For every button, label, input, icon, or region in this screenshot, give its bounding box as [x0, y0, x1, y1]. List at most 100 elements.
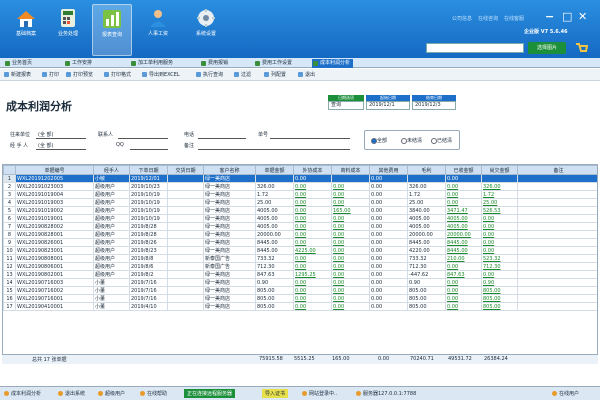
status-exit[interactable]: 退出系统 — [58, 390, 85, 397]
cell-link[interactable]: 0.00 — [447, 288, 458, 294]
cell-link[interactable]: 805.00 — [483, 288, 501, 294]
tab-processing[interactable]: 加工单利用服务 — [130, 59, 173, 68]
cell-link[interactable]: 805.00 — [483, 296, 501, 302]
filter-button[interactable]: 过滤 — [234, 71, 251, 78]
cell-link[interactable]: 0.00 — [295, 224, 306, 230]
cell-link[interactable]: 0.00 — [447, 264, 458, 270]
nav-reports[interactable]: 报表查询 — [92, 4, 132, 56]
table-row[interactable]: 7 WXL20190828002 超级用户 2019/8/28 绿一美商店 4005.00… — [3, 222, 597, 231]
table-row[interactable]: 5 WXL20191019002 超级用户 2019/10/19 绿一美商店 4005.0… — [3, 206, 597, 215]
cell-link[interactable]: 0.00 — [295, 216, 306, 222]
cell-link[interactable]: 20000.00 — [447, 232, 471, 238]
column-header[interactable]: 外协成本 — [293, 165, 332, 175]
nav-business[interactable]: 业务处理 — [48, 4, 88, 56]
cell-link[interactable]: 0.00 — [295, 264, 306, 270]
table-row[interactable]: 1 WXL20191202005 小敏 2019/12/01 绿一美商店 0.00 0.00… — [3, 174, 597, 183]
cell-link[interactable]: 0.00 — [483, 272, 494, 278]
radio-all[interactable]: 全部 — [371, 137, 387, 144]
cell-link[interactable]: 0.00 — [333, 296, 344, 302]
cell-link[interactable]: 25.00 — [483, 200, 497, 206]
cell-link[interactable]: 8445.00 — [447, 240, 468, 246]
column-header[interactable]: 下单日期 — [129, 165, 168, 175]
column-header[interactable]: 毛利 — [407, 165, 446, 175]
cell-link[interactable]: 0.00 — [483, 216, 494, 222]
tab-cost-profit[interactable]: 成本利润分析 — [312, 59, 354, 68]
status-module[interactable]: 成本利润分析 — [4, 390, 41, 397]
cell-link[interactable]: 0.00 — [333, 184, 344, 190]
minimize-button[interactable]: − — [545, 10, 554, 23]
column-header[interactable] — [3, 165, 16, 175]
cell-link[interactable]: 0.00 — [295, 200, 306, 206]
cell-link[interactable]: 847.63 — [447, 272, 465, 278]
cell-link[interactable]: 0.90 — [483, 280, 494, 286]
maximize-button[interactable]: □ — [562, 10, 572, 23]
table-row[interactable]: 15 WXL20190716002 小董 2019/7/16 绿一美商店 805.00 0.… — [3, 286, 597, 295]
cell-link[interactable]: 0.00 — [447, 280, 458, 286]
table-row[interactable]: 14 WXL20190716003 小董 2019/7/16 绿一美商店 0.90 0.00… — [3, 278, 597, 287]
start-date-input[interactable]: 2019/12/1 — [366, 101, 410, 110]
cell-link[interactable]: 0.00 — [333, 288, 344, 294]
cell-link[interactable]: 210.00 — [447, 256, 465, 262]
radio-unsettled[interactable]: 未结清 — [401, 137, 422, 144]
table-row[interactable]: 17 WXL20190410001 小董 2019/4/10 绿一美商店 805.00 0.… — [3, 302, 597, 311]
phone-field[interactable] — [198, 138, 246, 139]
unit-select[interactable]: (全 部) — [38, 131, 54, 138]
status-help[interactable]: 在线帮助 — [140, 390, 167, 397]
tab-home[interactable]: 业务首页 — [4, 59, 32, 68]
table-row[interactable]: 13 WXL20190802001 超级用户 2019/8/2 绿一美商店 847.63 1… — [3, 270, 597, 279]
cell-link[interactable]: 526.53 — [483, 208, 501, 214]
cell-link[interactable]: 0.00 — [333, 248, 344, 254]
cell-link[interactable]: 0.00 — [295, 240, 306, 246]
cell-link[interactable]: 0.00 — [295, 232, 306, 238]
cell-link[interactable]: 0.00 — [447, 192, 458, 198]
cell-link[interactable]: 0.00 — [333, 304, 344, 310]
column-header[interactable]: 经手人 — [93, 165, 130, 175]
nav-hr[interactable]: 人事工资 — [138, 4, 178, 56]
status-cert[interactable]: 导入证书 — [262, 389, 289, 398]
cell-link[interactable]: 0.00 — [295, 296, 306, 302]
table-row[interactable]: 16 WXL20190716001 小董 2019/7/16 绿一美商店 805.00 0.… — [3, 294, 597, 303]
cell-link[interactable]: 0.00 — [333, 240, 344, 246]
qq-field[interactable] — [130, 149, 168, 150]
tab-expense-settings[interactable]: 费用工作设置 — [254, 59, 292, 68]
cell-link[interactable]: 0.00 — [333, 216, 344, 222]
cell-link[interactable]: 0.00 — [295, 256, 306, 262]
column-header[interactable]: 客户名称 — [203, 165, 256, 175]
cell-link[interactable]: 0.00 — [483, 232, 494, 238]
link-consult[interactable]: 在线咨询 — [478, 15, 498, 22]
cell-link[interactable]: 0.00 — [447, 304, 458, 310]
cell-link[interactable]: 0.00 — [295, 184, 306, 190]
table-row[interactable]: 9 WXL20190826001 超级用户 2019/8/26 绿一美商店 8445.00… — [3, 238, 597, 247]
cell-link[interactable]: 712.30 — [483, 264, 501, 270]
table-row[interactable]: 2 WXL20191023003 超级用户 2019/10/23 绿一美商店 326.00… — [3, 182, 597, 191]
exit-button[interactable]: 退出 — [298, 71, 315, 78]
cell-link[interactable]: 0.00 — [333, 280, 344, 286]
run-query-button[interactable]: 执行查询 — [196, 71, 223, 78]
nav-basic-files[interactable]: 基础档案 — [6, 4, 46, 56]
number-field[interactable] — [270, 138, 350, 139]
cell-link[interactable]: 0.00 — [295, 288, 306, 294]
cell-link[interactable]: 0.00 — [447, 296, 458, 302]
table-row[interactable]: 11 WXL20190808001 超级用户 2019/8/8 新泰国广告 733.32 0… — [3, 254, 597, 263]
cell-link[interactable]: 0.00 — [333, 224, 344, 230]
cell-link[interactable]: 0.00 — [333, 256, 344, 262]
print-format-button[interactable]: 打印格式 — [104, 71, 131, 78]
cell-link[interactable]: 1295.25 — [295, 272, 316, 278]
link-company[interactable]: 公司信息 — [452, 15, 472, 22]
cell-link[interactable]: 523.32 — [483, 256, 501, 262]
cell-link[interactable]: 0.00 — [483, 248, 494, 254]
column-header[interactable]: 其他费用 — [369, 165, 408, 175]
export-excel-button[interactable]: 导出到EXCEL — [142, 71, 180, 78]
cell-link[interactable]: 0.00 — [333, 232, 344, 238]
date-option-select[interactable]: 查询 — [328, 101, 364, 110]
cell-link[interactable]: 0.00 — [333, 264, 344, 270]
cell-link[interactable]: 8445.00 — [447, 248, 468, 254]
cell-link[interactable]: 165.00 — [333, 208, 351, 214]
tab-expense[interactable]: 费用报销 — [200, 59, 228, 68]
cell-link[interactable]: 805.00 — [483, 304, 501, 310]
column-header[interactable]: 单据金额 — [255, 165, 294, 175]
table-row[interactable]: 12 WXL20190806001 超级用户 2019/8/6 新泰国广告 712.30 0… — [3, 262, 597, 271]
cart-icon[interactable] — [574, 41, 588, 55]
operator-select[interactable]: (全 部) — [38, 142, 54, 149]
print-button[interactable]: 打印 — [42, 71, 59, 78]
